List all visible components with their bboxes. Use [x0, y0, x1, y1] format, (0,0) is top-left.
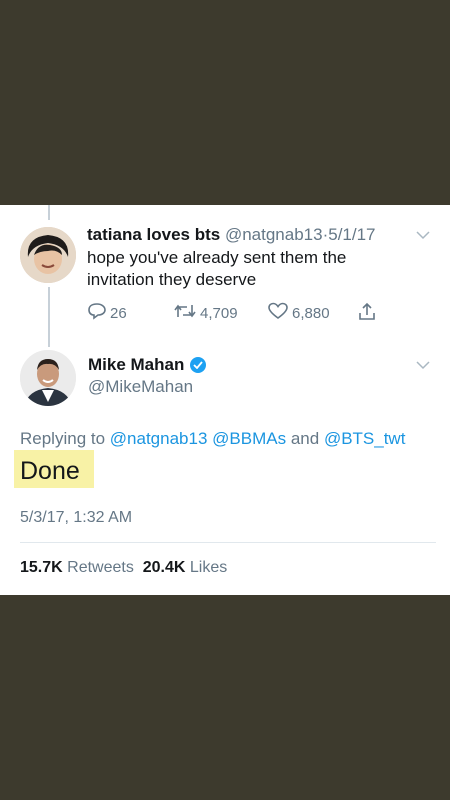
tweet2-author: Mike Mahan	[88, 355, 207, 375]
avatar-tatiana[interactable]	[20, 227, 76, 283]
likes-stat[interactable]: 20.4K Likes	[143, 559, 228, 576]
retweet-icon	[173, 302, 200, 324]
tweet1-handle[interactable]: @natgnab13	[225, 225, 323, 244]
replying-prefix: Replying to	[20, 429, 106, 448]
divider	[20, 542, 436, 543]
tweet2-text: Done	[20, 457, 80, 485]
reply-button[interactable]: 26	[87, 302, 127, 324]
reply-count: 26	[110, 304, 127, 322]
share-button[interactable]	[357, 302, 380, 326]
share-icon	[357, 302, 380, 326]
tweet2-stats: 15.7K Retweets 20.4K Likes	[20, 559, 227, 577]
verified-badge-icon	[190, 357, 207, 373]
like-count: 6,880	[292, 304, 330, 322]
tweet2-timestamp[interactable]: 5/3/17, 1:32 AM	[20, 509, 132, 527]
tweet1-actions: 26 4,709 6,880	[87, 302, 407, 324]
retweets-count: 15.7K	[20, 559, 63, 576]
tweet-card: tatiana loves bts @natgnab13·5/1/17 hope…	[0, 205, 450, 595]
avatar-mike-mahan[interactable]	[20, 350, 76, 406]
tweet1-author-name[interactable]: tatiana loves bts	[87, 225, 220, 244]
like-button[interactable]: 6,880	[267, 302, 330, 324]
likes-label: Likes	[189, 559, 228, 576]
tweet1-text: hope you've already sent them the invita…	[87, 248, 347, 289]
mention-bbmas[interactable]: @BBMAs	[212, 429, 286, 448]
and-word: and	[290, 429, 320, 448]
retweets-stat[interactable]: 15.7K Retweets	[20, 559, 134, 576]
replying-to-line: Replying to @natgnab13 @BBMAs and @BTS_t…	[20, 429, 405, 449]
tweet2-handle[interactable]: @MikeMahan	[88, 377, 193, 397]
retweet-count: 4,709	[200, 304, 238, 322]
likes-count: 20.4K	[142, 559, 186, 576]
chevron-down-icon[interactable]	[416, 357, 430, 373]
mention-natgnab13[interactable]: @natgnab13	[110, 429, 208, 448]
reply-icon	[87, 302, 110, 324]
thread-line	[48, 287, 50, 347]
tweet1-header: tatiana loves bts @natgnab13·5/1/17	[87, 225, 376, 245]
mention-bts-twt[interactable]: @BTS_twt	[324, 429, 406, 448]
like-icon	[267, 302, 292, 324]
chevron-down-icon[interactable]	[416, 227, 430, 243]
thread-line	[48, 205, 50, 220]
tweet2-author-name[interactable]: Mike Mahan	[88, 355, 184, 375]
tweet1-date[interactable]: 5/1/17	[328, 225, 375, 244]
retweets-label: Retweets	[67, 559, 134, 576]
retweet-button[interactable]: 4,709	[173, 302, 238, 324]
